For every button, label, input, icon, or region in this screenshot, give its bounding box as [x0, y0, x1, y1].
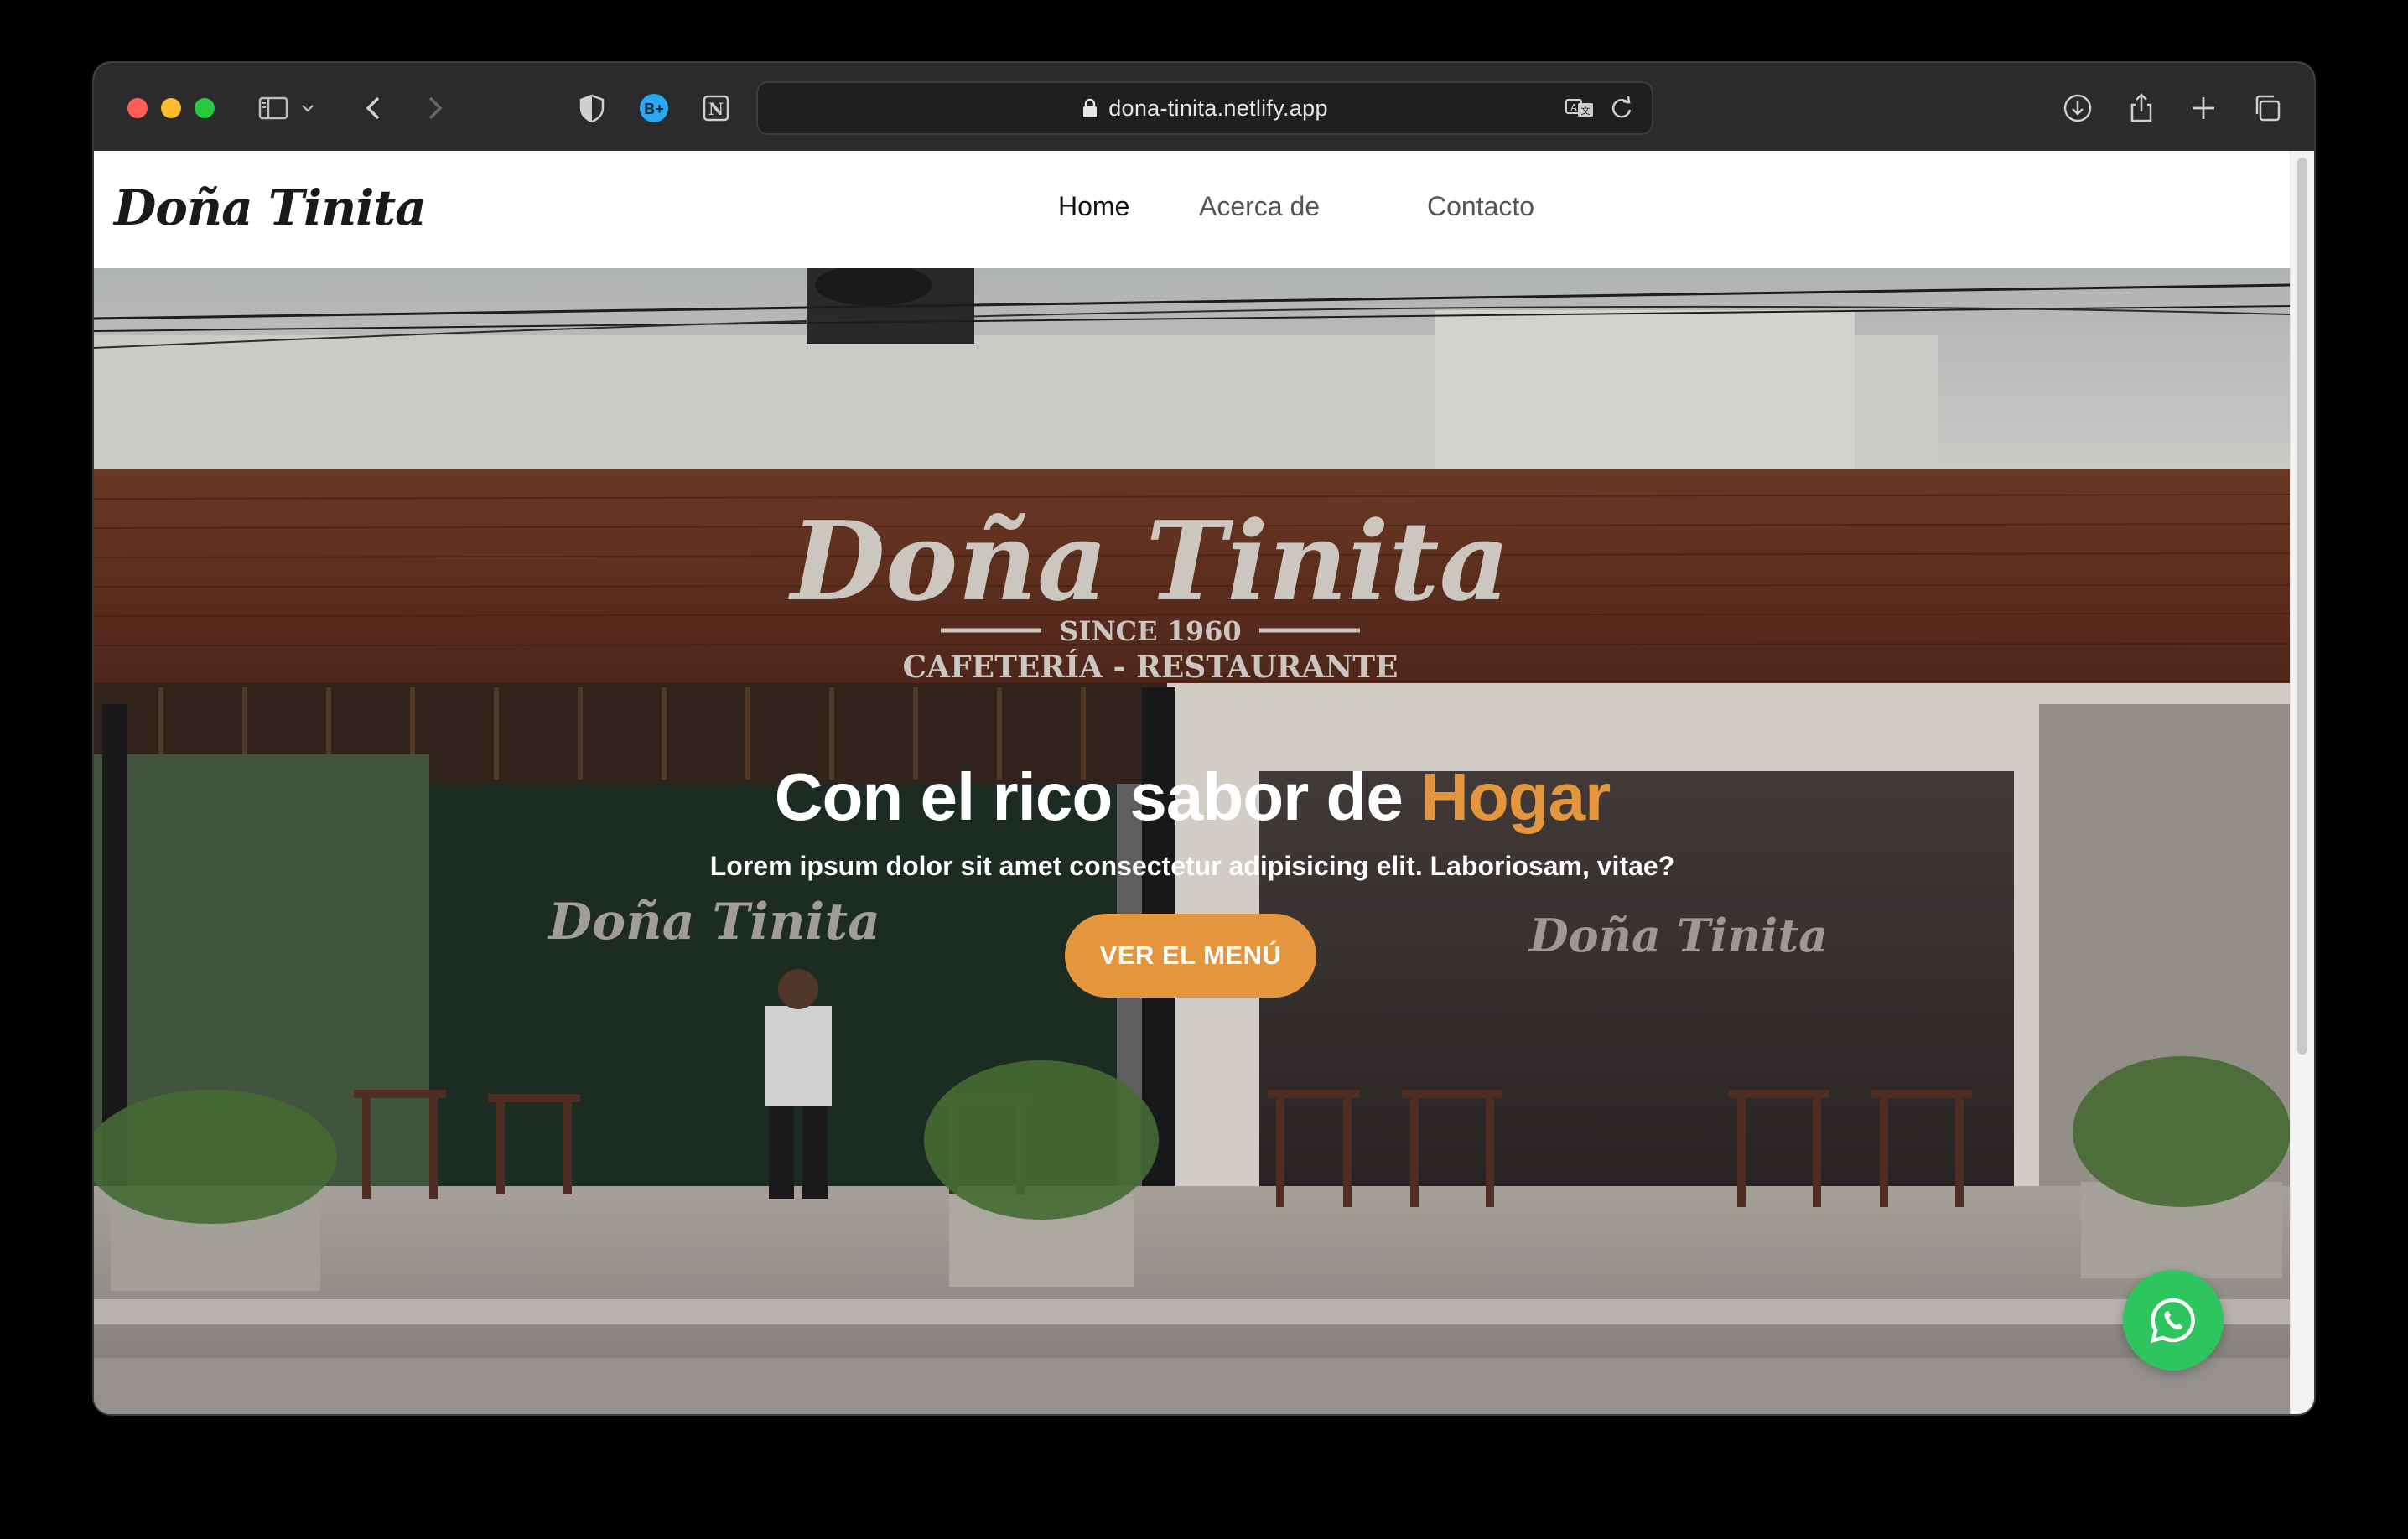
- hero-overlay: [94, 268, 2291, 1414]
- sidebar-icon[interactable]: [253, 88, 293, 128]
- view-menu-button[interactable]: VER EL MENÚ: [1065, 914, 1316, 998]
- page-scrollbar[interactable]: [2290, 151, 2314, 1414]
- svg-text:A: A: [1570, 102, 1577, 113]
- translate-icon[interactable]: A文: [1563, 91, 1596, 125]
- nav-contacto[interactable]: Contacto: [1427, 191, 1534, 222]
- zoom-window-button[interactable]: [195, 98, 215, 118]
- new-tab-icon[interactable]: [2183, 88, 2224, 128]
- forward-icon[interactable]: [414, 88, 454, 128]
- browser-window: B+ N dona-tinita.netlify.app A文 Doña Tin…: [94, 63, 2314, 1414]
- whatsapp-icon: [2150, 1298, 2195, 1344]
- notion-icon[interactable]: N: [696, 88, 736, 128]
- lock-icon: [1083, 98, 1098, 117]
- whatsapp-button[interactable]: [2123, 1270, 2224, 1371]
- chevron-down-icon[interactable]: [295, 88, 320, 128]
- url-text: dona-tinita.netlify.app: [1108, 95, 1328, 121]
- svg-text:文: 文: [1581, 105, 1591, 117]
- nav-acerca-de[interactable]: Acerca de: [1199, 191, 1320, 222]
- hero-subtitle: Lorem ipsum dolor sit amet consectetur a…: [709, 851, 1675, 881]
- tabs-overview-icon[interactable]: [2247, 88, 2287, 128]
- site-navbar: Doña Tinita Home Acerca de Contacto: [94, 151, 2291, 268]
- hero-title: Con el rico sabor de Hogar: [94, 759, 2291, 836]
- back-icon[interactable]: [354, 88, 394, 128]
- url-display[interactable]: dona-tinita.netlify.app: [758, 83, 1652, 133]
- nav-home[interactable]: Home: [1058, 191, 1129, 222]
- site-logo[interactable]: Doña Tinita: [114, 179, 427, 236]
- minimize-window-button[interactable]: [161, 98, 181, 118]
- web-page: Doña Tinita Home Acerca de Contacto Doña…: [94, 151, 2291, 1414]
- svg-text:N: N: [708, 99, 724, 119]
- extension-badge-icon[interactable]: B+: [634, 88, 674, 128]
- address-bar[interactable]: dona-tinita.netlify.app A文: [756, 81, 1653, 135]
- download-icon[interactable]: [2058, 88, 2098, 128]
- scrollbar-thumb[interactable]: [2297, 158, 2307, 1054]
- hero-section: Doña Tinita SINCE 1960 CAFETERÍA - RESTA…: [94, 268, 2291, 1414]
- hero-title-accent: Hogar: [1420, 759, 1611, 834]
- shield-icon[interactable]: [572, 88, 612, 128]
- hero-title-prefix: Con el rico sabor de: [774, 759, 1421, 834]
- browser-toolbar: B+ N dona-tinita.netlify.app A文: [94, 63, 2314, 153]
- extension-badge-text: B+: [644, 101, 664, 117]
- share-icon[interactable]: [2121, 88, 2161, 128]
- reload-icon[interactable]: [1605, 91, 1638, 125]
- close-window-button[interactable]: [127, 98, 148, 118]
